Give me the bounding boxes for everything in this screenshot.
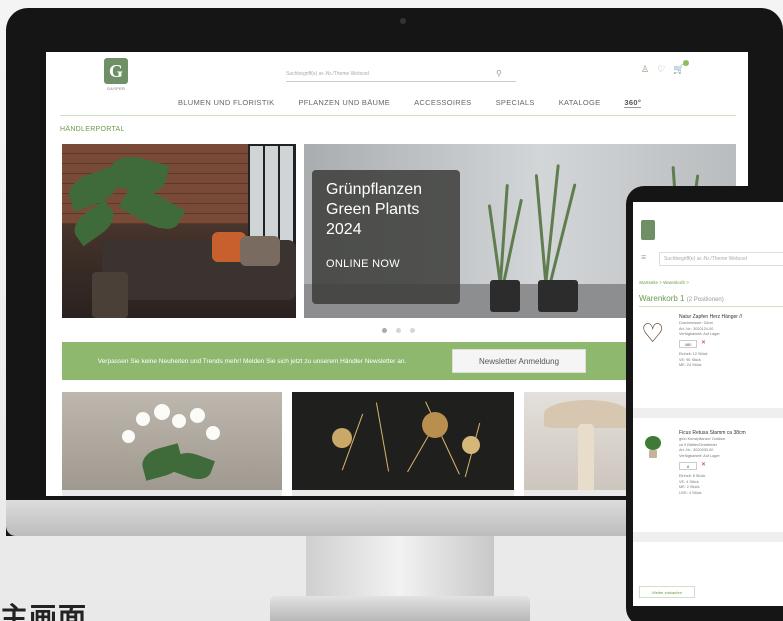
cart-badge bbox=[683, 60, 690, 66]
promo-title-line2: Green Plants bbox=[326, 201, 420, 218]
logo-mark: G bbox=[104, 58, 128, 84]
stock-line: UVE: 4 Stück bbox=[679, 490, 702, 495]
tablet-logo[interactable] bbox=[641, 220, 655, 240]
quantity-input[interactable]: 480 bbox=[679, 340, 697, 348]
orchid-flower bbox=[172, 414, 186, 428]
orchid-flower bbox=[136, 412, 150, 426]
slider-dot-1[interactable] bbox=[382, 328, 387, 333]
camera-dot bbox=[400, 18, 406, 24]
newsletter-text: Verpassen Sie keine Neuheiten und Trends… bbox=[97, 357, 407, 365]
item-separator bbox=[633, 532, 783, 542]
heart-wreath-icon: ♡ bbox=[641, 318, 665, 348]
orchid-flower bbox=[190, 408, 205, 423]
hamburger-menu-icon[interactable]: ≡ bbox=[641, 252, 646, 262]
remove-item-icon[interactable]: ✕ bbox=[701, 461, 706, 468]
slider-dot-2[interactable] bbox=[396, 328, 401, 333]
imac-stand-neck bbox=[306, 536, 494, 596]
cart-count: (2 Positionen) bbox=[686, 297, 724, 303]
dried-flower-head bbox=[422, 412, 448, 438]
dried-stem bbox=[375, 402, 390, 472]
search-input[interactable]: Suchbegriff(e) ar.-Nr./Theme Webcod bbox=[286, 68, 516, 82]
slider-dot-3[interactable] bbox=[410, 328, 415, 333]
stock-line: Einheit: 8 Stück bbox=[679, 474, 706, 478]
category-tile-orchid[interactable] bbox=[62, 392, 282, 496]
header-icons: ♙ ♡ 🛒 bbox=[641, 60, 690, 75]
nav-blumen-floristik[interactable]: BLUMEN UND FLORISTIK bbox=[178, 98, 274, 108]
promo-cta[interactable]: ONLINE NOW bbox=[326, 258, 446, 270]
mushroom-stem bbox=[578, 424, 594, 494]
cart-divider bbox=[639, 306, 783, 307]
nav-kataloge[interactable]: KATALOGE bbox=[559, 98, 601, 108]
main-nav: BLUMEN UND FLORISTIK PFLANZEN UND BÄUME … bbox=[178, 98, 642, 108]
quantity-input[interactable]: 8 bbox=[679, 462, 697, 470]
corner-caption: 主画面 bbox=[0, 601, 88, 621]
dried-flower-head bbox=[462, 436, 480, 454]
meta-line: Verfügbarkeit: Auf Lager bbox=[679, 453, 720, 458]
pillow-grey bbox=[240, 236, 280, 266]
user-icon[interactable]: ♙ bbox=[641, 64, 649, 75]
ficus-plant-icon bbox=[645, 436, 661, 450]
category-tile-dried-flowers[interactable] bbox=[292, 392, 514, 496]
device-mockup-scene: G GASPER Suchbegriff(e) ar.-Nr./Theme We… bbox=[0, 0, 783, 621]
promo-title-line3: 2024 bbox=[326, 221, 362, 238]
cart-item-stock: Einheit: 8 Stück VE: 4 Stück ME: 2 Stück… bbox=[679, 474, 705, 496]
slider-dots bbox=[382, 328, 415, 333]
cart-item-meta: Durchmesser: 34cm Art.-Nr.: 3020124-00 V… bbox=[679, 321, 720, 338]
cart-item-meta: grün Kunstpflanze/ Outdoor ca 9 Blätter/… bbox=[679, 437, 725, 459]
site-header: G GASPER Suchbegriff(e) ar.-Nr./Theme We… bbox=[46, 52, 748, 120]
search-icon[interactable]: ⚲ bbox=[496, 69, 506, 79]
site-logo[interactable]: G GASPER bbox=[98, 58, 134, 104]
tile-caption-bar bbox=[292, 490, 514, 496]
orchid-flower bbox=[206, 426, 220, 440]
stock-line: Einheit: 12 Stück bbox=[679, 352, 708, 356]
dried-flower-head bbox=[332, 428, 352, 448]
orchid-flower bbox=[122, 430, 135, 443]
ficus-pot-icon bbox=[649, 450, 657, 458]
nav-pflanzen-baeume[interactable]: PFLANZEN UND BÄUME bbox=[298, 98, 390, 108]
tablet-screen: ≡ Suchbegriff(e) ar.-Nr./Theme Webcod St… bbox=[633, 202, 783, 606]
nav-360[interactable]: 360° bbox=[624, 98, 642, 108]
orchid-flower bbox=[154, 404, 170, 420]
breadcrumb[interactable]: HÄNDLERPORTAL bbox=[60, 126, 125, 133]
wishlist-icon[interactable]: ♡ bbox=[657, 64, 665, 75]
cart-item-stock: Einheit: 12 Stück VE: 96 Stück ME: 24 St… bbox=[679, 352, 708, 369]
meta-line: Verfügbarkeit: Auf Lager bbox=[679, 332, 720, 336]
tablet-breadcrumb[interactable]: Startseite > Warenkorb > bbox=[639, 280, 689, 285]
cart-item-name[interactable]: Natur Zapfen Herz Hänger // bbox=[679, 314, 742, 320]
cart-icon[interactable]: 🛒 bbox=[673, 60, 690, 75]
cart-title: Warenkorb 1 (2 Positionen) bbox=[639, 294, 724, 303]
tile-caption-bar bbox=[62, 490, 282, 496]
pot bbox=[538, 280, 578, 312]
imac-stand-foot bbox=[270, 596, 530, 621]
promo-title-line1: Grünpflanzen bbox=[326, 181, 423, 198]
tablet-device: ≡ Suchbegriff(e) ar.-Nr./Theme Webcod St… bbox=[626, 186, 783, 621]
tablet-search-input[interactable]: Suchbegriff(e) ar.-Nr./Theme Webcod bbox=[659, 252, 783, 266]
cart-item-name[interactable]: Ficus Retusa Stamm ca 38cm bbox=[679, 430, 746, 436]
cart-title-text: Warenkorb 1 bbox=[639, 294, 685, 303]
hero-image-living-room[interactable] bbox=[62, 144, 296, 318]
item-separator bbox=[633, 408, 783, 418]
continue-shopping-button[interactable]: Weiter einkaufen bbox=[639, 586, 695, 598]
nav-accessoires[interactable]: ACCESSOIRES bbox=[414, 98, 471, 108]
newsletter-button[interactable]: Newsletter Anmeldung bbox=[452, 349, 586, 373]
stock-line: ME: 24 Stück bbox=[679, 363, 702, 367]
promo-box[interactable]: Grünpflanzen Green Plants 2024 ONLINE NO… bbox=[312, 170, 460, 304]
nav-specials[interactable]: SPECIALS bbox=[496, 98, 535, 108]
header-divider bbox=[60, 115, 736, 116]
plant-pot bbox=[92, 272, 128, 318]
remove-item-icon[interactable]: ✕ bbox=[701, 339, 706, 346]
pot bbox=[490, 280, 520, 312]
logo-subtitle: GASPER bbox=[106, 86, 126, 91]
meta-line: grün Kunstpflanze/ Outdoor bbox=[679, 437, 726, 441]
